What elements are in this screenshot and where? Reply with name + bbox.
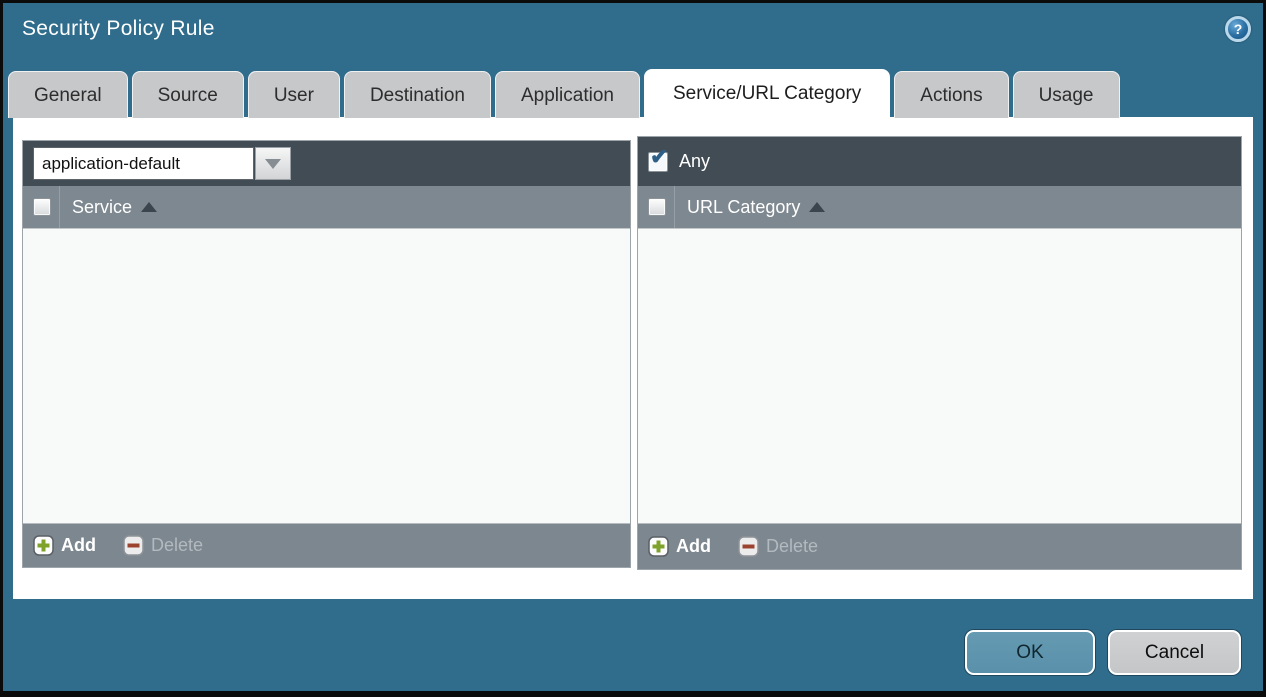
delete-url-category-button[interactable]: Delete xyxy=(738,536,818,557)
service-type-input[interactable] xyxy=(33,147,254,180)
tab-actions[interactable]: Actions xyxy=(894,71,1008,118)
security-policy-rule-dialog: Security Policy Rule ? General Source Us… xyxy=(0,0,1266,697)
help-icon[interactable]: ? xyxy=(1225,16,1251,42)
dialog-title: Security Policy Rule xyxy=(22,17,215,41)
tab-source[interactable]: Source xyxy=(132,71,244,118)
dropdown-arrow-glyph xyxy=(265,159,281,169)
url-category-column-header[interactable]: URL Category xyxy=(687,197,800,218)
url-category-list xyxy=(638,229,1241,523)
service-list xyxy=(23,229,630,523)
add-url-category-button[interactable]: Add xyxy=(648,536,711,557)
checkmark-icon: ✔ xyxy=(650,146,668,168)
url-category-panel-footer: Add Delete xyxy=(638,523,1241,569)
dialog-background: Security Policy Rule ? General Source Us… xyxy=(3,3,1263,691)
add-button-label: Add xyxy=(61,535,96,556)
plus-icon xyxy=(33,535,54,556)
service-select-all-checkbox[interactable] xyxy=(33,198,51,216)
help-question-glyph: ? xyxy=(1234,22,1243,36)
tab-service-url-category[interactable]: Service/URL Category xyxy=(644,69,890,118)
service-type-dropdown[interactable] xyxy=(33,147,291,180)
service-select-all-cell xyxy=(23,186,60,228)
tab-user[interactable]: User xyxy=(248,71,340,118)
add-button-label: Add xyxy=(676,536,711,557)
sort-ascending-icon xyxy=(141,202,157,212)
tab-content-area: Service Add xyxy=(13,117,1253,599)
any-checkbox-label[interactable]: Any xyxy=(679,151,710,172)
minus-icon xyxy=(123,535,144,556)
any-checkbox[interactable]: ✔ xyxy=(648,152,668,172)
sort-ascending-icon xyxy=(809,202,825,212)
tab-usage[interactable]: Usage xyxy=(1013,71,1120,118)
url-category-select-all-checkbox[interactable] xyxy=(648,198,666,216)
url-category-panel-header: ✔ Any xyxy=(638,137,1241,186)
service-panel-header xyxy=(23,141,630,186)
chevron-down-icon[interactable] xyxy=(255,147,291,180)
tab-general[interactable]: General xyxy=(8,71,128,118)
url-category-panel: ✔ Any URL Category xyxy=(637,136,1242,570)
url-category-table-header: URL Category xyxy=(638,186,1241,229)
tab-destination[interactable]: Destination xyxy=(344,71,491,118)
tab-bar: General Source User Destination Applicat… xyxy=(8,70,1120,118)
service-panel-footer: Add Delete xyxy=(23,523,630,567)
cancel-button[interactable]: Cancel xyxy=(1108,630,1241,675)
service-table-header: Service xyxy=(23,186,630,229)
service-column-header[interactable]: Service xyxy=(72,197,132,218)
minus-icon xyxy=(738,536,759,557)
add-service-button[interactable]: Add xyxy=(33,535,96,556)
plus-icon xyxy=(648,536,669,557)
delete-button-label: Delete xyxy=(766,536,818,557)
ok-button[interactable]: OK xyxy=(965,630,1095,675)
delete-service-button[interactable]: Delete xyxy=(123,535,203,556)
tab-application[interactable]: Application xyxy=(495,71,640,118)
delete-button-label: Delete xyxy=(151,535,203,556)
service-panel: Service Add xyxy=(22,140,631,568)
url-category-select-all-cell xyxy=(638,186,675,228)
